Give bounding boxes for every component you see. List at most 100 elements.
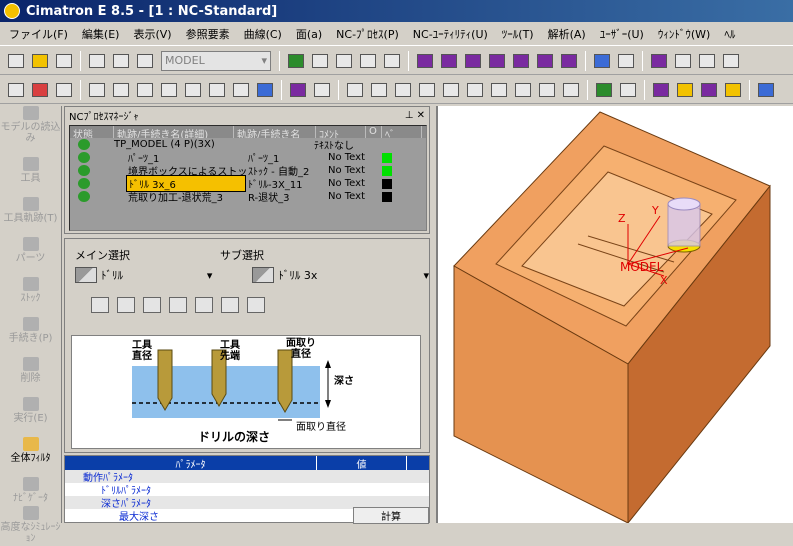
surface3-icon[interactable] [698, 79, 720, 101]
wireframe-icon[interactable] [615, 50, 637, 72]
save-icon[interactable] [53, 50, 75, 72]
shading-icon[interactable] [591, 50, 613, 72]
filter1-icon[interactable] [86, 79, 108, 101]
surface4-icon[interactable] [722, 79, 744, 101]
view-front-icon[interactable] [438, 50, 460, 72]
view-iso-icon[interactable] [414, 50, 436, 72]
surface1-icon[interactable] [650, 79, 672, 101]
axis-icon[interactable] [755, 79, 777, 101]
filter5-icon[interactable] [182, 79, 204, 101]
menu-item-7[interactable]: NC-ﾕｰﾃｨﾘﾃｨ(U) [406, 26, 495, 42]
col-be[interactable]: ﾍﾞ [382, 126, 422, 138]
sidebar-item-1[interactable]: 工具 [0, 146, 61, 186]
view-top-icon[interactable] [462, 50, 484, 72]
zoom-icon[interactable] [333, 50, 355, 72]
col-name[interactable]: 軌跡/手続き名 [234, 126, 316, 138]
measure-icon[interactable] [512, 79, 534, 101]
action6-icon[interactable] [221, 297, 239, 313]
view-bottom-icon[interactable] [558, 50, 580, 72]
menu-item-3[interactable]: 参照要素 [179, 26, 237, 42]
pointer-icon[interactable] [5, 79, 27, 101]
rotate-icon[interactable] [381, 50, 403, 72]
sphere-icon[interactable] [440, 79, 462, 101]
menu-item-11[interactable]: ｳｨﾝﾄﾞｳ(W) [651, 26, 717, 42]
menu-item-6[interactable]: NC-ﾌﾟﾛｾｽ(P) [329, 26, 406, 42]
tool1-icon[interactable] [287, 79, 309, 101]
new-file-icon[interactable] [5, 50, 27, 72]
tool2-icon[interactable] [311, 79, 333, 101]
display-mode-icon[interactable] [696, 50, 718, 72]
view-right-icon[interactable] [486, 50, 508, 72]
select-icon[interactable] [53, 79, 75, 101]
zoom-all-icon[interactable] [285, 50, 307, 72]
view-back-icon[interactable] [534, 50, 556, 72]
action2-icon[interactable] [117, 297, 135, 313]
sidebar-item-8[interactable]: 全体ﾌｨﾙﾀ [0, 426, 61, 466]
menu-item-10[interactable]: ﾕｰｻﾞｰ(U) [593, 26, 651, 42]
curve-icon[interactable] [617, 79, 639, 101]
action5-icon[interactable] [195, 297, 213, 313]
model-graphic[interactable] [438, 106, 793, 525]
action3-icon[interactable] [143, 297, 161, 313]
pin-icon[interactable] [464, 79, 486, 101]
param-value[interactable]: 計算 [353, 507, 429, 524]
menu-item-9[interactable]: 解析(A) [541, 26, 593, 42]
value-col-header[interactable]: 値 [317, 456, 407, 471]
sketch-icon[interactable] [593, 79, 615, 101]
sidebar-item-0[interactable]: モデルの読込み [0, 106, 61, 146]
model-combo[interactable]: MODEL ▾ [161, 50, 271, 71]
param-col-header[interactable]: ﾊﾟﾗﾒｰﾀ [65, 456, 317, 471]
action4-icon[interactable] [169, 297, 187, 313]
param-row[interactable]: 最大深さ 計算 [65, 507, 429, 524]
print-icon[interactable] [86, 50, 108, 72]
help-icon[interactable] [416, 79, 438, 101]
zoom-window-icon[interactable] [309, 50, 331, 72]
info-icon[interactable] [560, 79, 582, 101]
filter8-icon[interactable] [254, 79, 276, 101]
menu-item-1[interactable]: 編集(E) [75, 26, 127, 42]
main-select-dropdown[interactable]: ﾄﾞﾘﾙ ▾ [75, 267, 212, 283]
layer-icon[interactable] [488, 79, 510, 101]
action1-icon[interactable] [91, 297, 109, 313]
sidebar-item-4[interactable]: ｽﾄｯｸ [0, 266, 61, 306]
menu-item-8[interactable]: ﾂｰﾙ(T) [495, 26, 541, 42]
sidebar-item-10[interactable]: 高度なｼﾐｭﾚｰｼｮﾝ [0, 506, 61, 546]
pin-icon[interactable]: ⊥ [405, 110, 414, 121]
panel1-icon[interactable] [344, 79, 366, 101]
sidebar-item-7[interactable]: 実行(E) [0, 386, 61, 426]
ncpm-row[interactable]: 荒取り加工-退状荒_3 R-退状_3 No Text [70, 190, 426, 204]
menu-item-2[interactable]: 表示(V) [126, 26, 178, 42]
list-icon[interactable] [536, 79, 558, 101]
menu-item-0[interactable]: ファイル(F) [2, 26, 75, 42]
3d-viewport[interactable]: Z Y X MODEL [436, 106, 793, 525]
surface2-icon[interactable] [674, 79, 696, 101]
filter2-icon[interactable] [110, 79, 132, 101]
view-left-icon[interactable] [510, 50, 532, 72]
delete-x-icon[interactable] [29, 79, 51, 101]
sidebar-item-5[interactable]: 手続き(P) [0, 306, 61, 346]
menu-item-12[interactable]: ﾍﾙ [717, 26, 742, 42]
col-name-detail[interactable]: 軌跡/手続き名(詳細) [114, 126, 234, 138]
settings-icon[interactable] [134, 50, 156, 72]
copy-icon[interactable] [110, 50, 132, 72]
pan-icon[interactable] [357, 50, 379, 72]
panel2-icon[interactable] [368, 79, 390, 101]
sidebar-item-3[interactable]: パーツ [0, 226, 61, 266]
menu-item-5[interactable]: 面(a) [289, 26, 329, 42]
filter3-icon[interactable] [134, 79, 156, 101]
filter7-icon[interactable] [230, 79, 252, 101]
filter6-icon[interactable] [206, 79, 228, 101]
open-file-icon[interactable] [29, 50, 51, 72]
menu-item-4[interactable]: 曲線(C) [237, 26, 289, 42]
close-icon[interactable]: ✕ [417, 110, 425, 121]
filter4-icon[interactable] [158, 79, 180, 101]
render-icon[interactable] [648, 50, 670, 72]
sidebar-item-9[interactable]: ﾅﾋﾞｹﾞｰﾀ [0, 466, 61, 506]
col-o[interactable]: O [366, 126, 382, 138]
sidebar-item-2[interactable]: 工具軌跡(T) [0, 186, 61, 226]
panel3-icon[interactable] [392, 79, 414, 101]
sidebar-item-6[interactable]: 削除 [0, 346, 61, 386]
col-status[interactable]: 状態 [70, 126, 114, 138]
action7-icon[interactable] [247, 297, 265, 313]
hidden-line-icon[interactable] [672, 50, 694, 72]
